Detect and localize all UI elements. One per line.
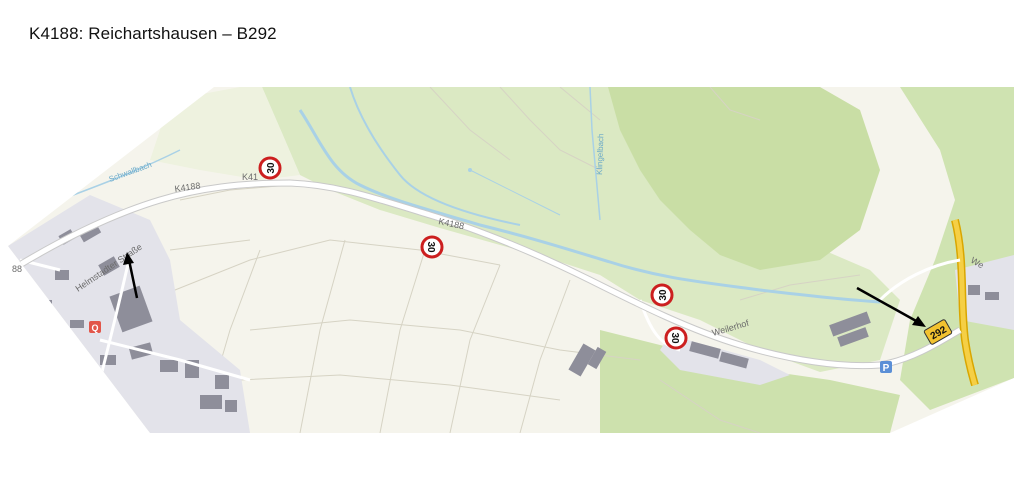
road-label-west-short: K41 [242,172,258,182]
speed-limit-sign-3[interactable]: 30 [650,283,674,307]
poi-icon[interactable]: Q [89,321,101,333]
map-canvas[interactable]: K4188 K41 K4188 Helmstadter Straße 88 We… [0,0,1014,493]
parking-icon[interactable]: P [880,361,892,374]
speed-limit-value: 30 [669,332,680,344]
speed-limit-sign-1[interactable]: 30 [258,156,282,180]
stream-label-right: Klingelbach [595,133,605,175]
map[interactable]: K4188 K41 K4188 Helmstadter Straße 88 We… [0,0,1014,493]
pond [468,168,472,172]
speed-limit-sign-2[interactable]: 30 [420,235,444,259]
speed-limit-value: 30 [266,162,277,174]
svg-text:Q: Q [91,323,98,333]
svg-text:P: P [883,363,890,374]
speed-limit-value: 30 [425,241,436,253]
map-content [8,87,1014,433]
speed-limit-value: 30 [658,289,669,301]
speed-limit-sign-4[interactable]: 30 [664,326,688,350]
street-label-edge: 88 [12,264,22,274]
